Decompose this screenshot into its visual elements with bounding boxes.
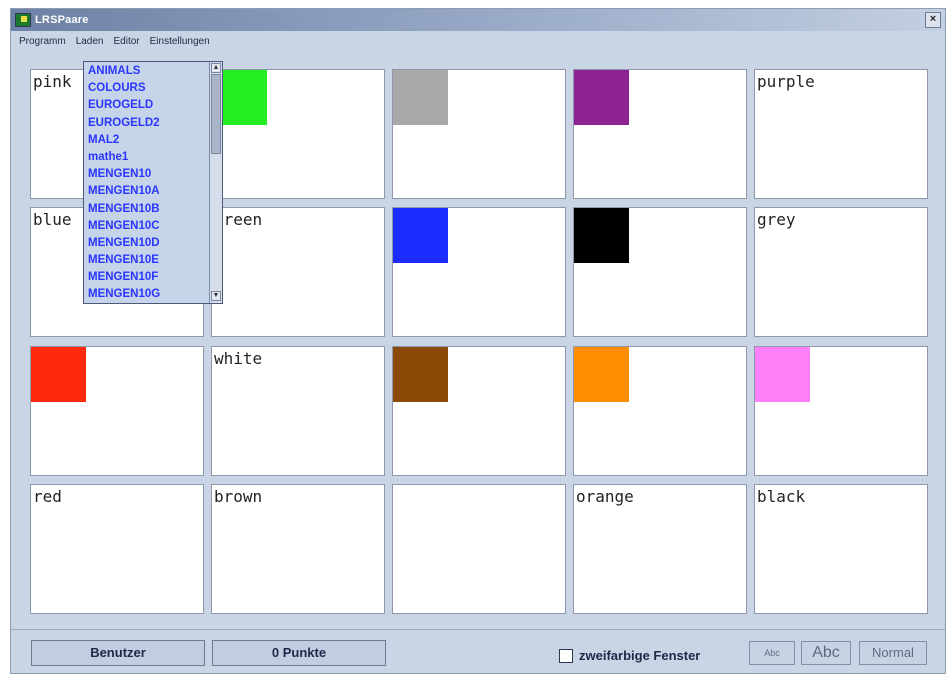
dropdown-item[interactable]: MENGEN10E [88,252,160,269]
word-label: red [33,487,62,506]
menu-bar: Programm Laden Editor Einstellungen [11,31,945,51]
color-swatch [31,347,86,402]
dropdown-item[interactable]: COLOURS [88,80,160,97]
word-label: orange [576,487,634,506]
two-color-checkbox[interactable] [559,648,573,663]
dropdown-item[interactable]: MENGEN10D [88,235,160,252]
word-label: white [214,349,263,368]
color-swatch [393,208,448,263]
word-label: brown [214,487,263,506]
dropdown-item[interactable]: ANIMALS [88,63,160,80]
user-button[interactable]: Benutzer [31,640,205,666]
dropdown-item[interactable]: MENGEN10 [88,166,160,183]
card-tile[interactable]: orange [573,484,747,614]
word-label: pink [33,72,72,91]
two-color-option[interactable]: zweifarbige Fenster [559,648,700,663]
dropdown-scrollbar[interactable]: ▲ ▼ [209,62,222,303]
color-swatch [574,208,629,263]
dropdown-item[interactable]: EUROGELD [88,97,160,114]
scroll-thumb[interactable] [211,74,221,154]
dropdown-item[interactable]: MENGEN10C [88,218,160,235]
color-swatch [574,347,629,402]
word-label: blue [33,210,72,229]
menu-editor[interactable]: Editor [112,36,142,47]
card-tile[interactable] [211,69,385,199]
normal-button[interactable]: Normal [859,641,927,665]
card-tile[interactable]: white [211,346,385,476]
laden-dropdown-list[interactable]: ANIMALS COLOURS EUROGELD EUROGELD2 MAL2 mathe… [83,61,223,304]
dropdown-item[interactable]: MENGEN10A [88,183,160,200]
app-icon [15,13,31,27]
card-tile[interactable]: green [211,207,385,337]
card-tile[interactable]: brown [211,484,385,614]
color-swatch [574,70,629,125]
dropdown-item[interactable]: EUROGELD2 [88,115,160,132]
dropdown-item[interactable]: MAL2 [88,132,160,149]
card-tile[interactable]: red [30,484,204,614]
points-button[interactable]: 0 Punkte [212,640,386,666]
close-button[interactable]: × [925,12,941,28]
card-tile[interactable] [392,484,566,614]
menu-programm[interactable]: Programm [17,36,68,47]
scroll-down-icon[interactable]: ▼ [211,291,221,301]
card-tile[interactable]: purple [754,69,928,199]
menu-laden[interactable]: Laden [74,36,106,47]
card-tile[interactable]: grey [754,207,928,337]
dropdown-items: ANIMALS COLOURS EUROGELD EUROGELD2 MAL2 mathe… [88,63,160,303]
dropdown-item[interactable]: MENGEN10G [88,286,160,303]
two-color-label: zweifarbige Fenster [579,648,701,663]
menu-einstellungen[interactable]: Einstellungen [148,36,212,47]
color-swatch [393,347,448,402]
bottom-toolbar: Benutzer 0 Punkte zweifarbige Fenster Ab… [11,629,945,673]
word-label: purple [757,72,815,91]
dropdown-item[interactable]: mathe1 [88,149,160,166]
window-title: LRSPaare [35,14,89,26]
scroll-up-icon[interactable]: ▲ [211,63,221,73]
card-tile[interactable] [392,207,566,337]
card-tile[interactable] [30,346,204,476]
word-label: grey [757,210,796,229]
title-bar: LRSPaare × [11,9,945,31]
app-window: LRSPaare × Programm Laden Editor Einstel… [10,8,946,674]
card-tile[interactable] [573,207,747,337]
card-tile[interactable] [573,346,747,476]
card-tile[interactable] [392,346,566,476]
dropdown-item[interactable]: MENGEN10F [88,269,160,286]
card-tile[interactable] [392,69,566,199]
color-swatch [393,70,448,125]
color-swatch [755,347,810,402]
card-tile[interactable] [754,346,928,476]
font-small-button[interactable]: Abc [749,641,795,665]
card-tile[interactable]: black [754,484,928,614]
word-label: black [757,487,806,506]
dropdown-item[interactable]: MENGEN10B [88,201,160,218]
font-large-button[interactable]: Abc [801,641,851,665]
card-tile[interactable] [573,69,747,199]
